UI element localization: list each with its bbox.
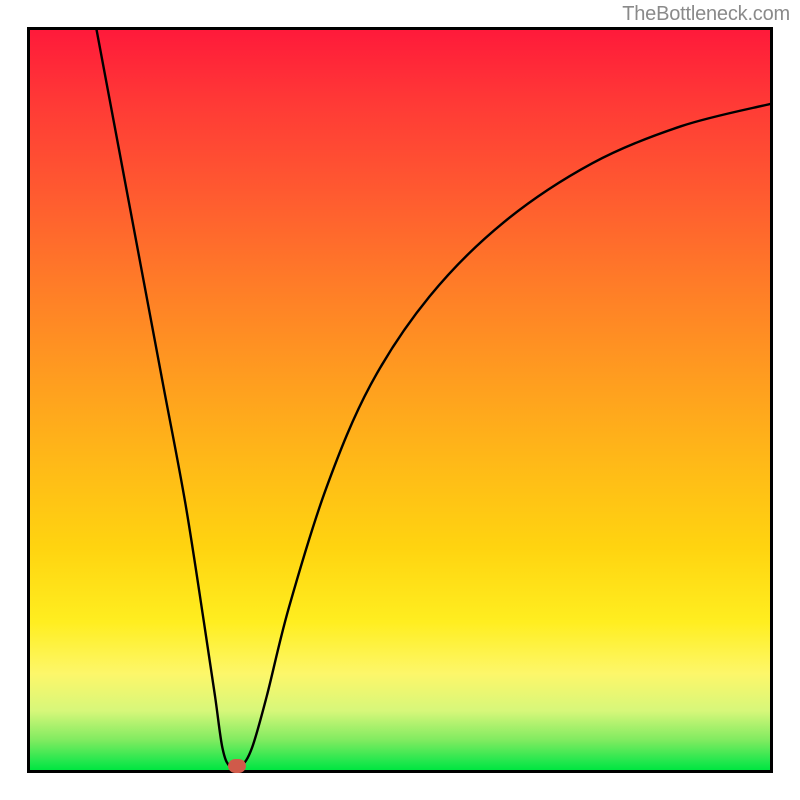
minimum-marker bbox=[228, 759, 246, 773]
watermark-text: TheBottleneck.com bbox=[622, 3, 790, 26]
curve-svg bbox=[30, 30, 770, 770]
chart-frame: TheBottleneck.com bbox=[0, 0, 800, 800]
plot-area bbox=[27, 27, 773, 773]
curve-path bbox=[97, 30, 770, 769]
